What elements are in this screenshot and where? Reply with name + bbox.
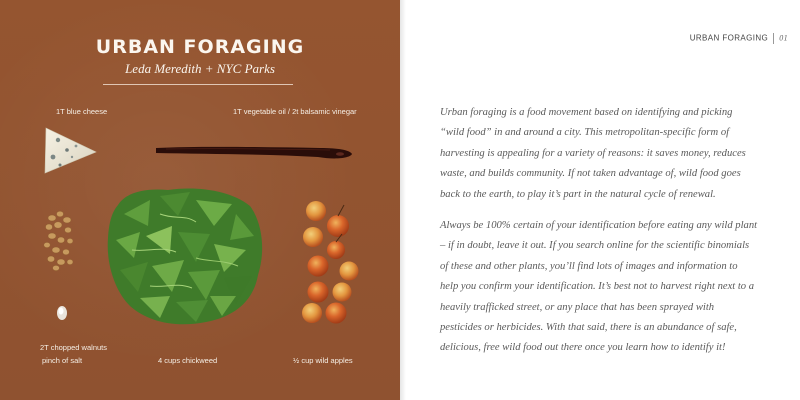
ingredient-label-chickweed: 4 cups chickweed bbox=[158, 356, 218, 365]
salt-pinch bbox=[57, 306, 67, 320]
recipe-photo-page: URBAN FORAGING Leda Meredith + NYC Parks bbox=[0, 0, 400, 400]
body-paragraph: Urban foraging is a food movement based … bbox=[440, 107, 746, 200]
blue-cheese bbox=[44, 127, 97, 174]
ingredient-label-oil-vinegar: 1T vegetable oil / 2t balsamic vinegar bbox=[233, 107, 357, 116]
running-head-title: URBAN FORAGING bbox=[689, 33, 769, 43]
chopped-walnuts bbox=[43, 210, 74, 271]
ingredients-illustration bbox=[43, 127, 359, 325]
body-text: Urban foraging is a food movement based … bbox=[440, 103, 758, 370]
wild-apples bbox=[302, 201, 359, 324]
running-head: URBAN FORAGING 01 bbox=[690, 33, 788, 44]
ingredient-label-salt: pinch of salt bbox=[42, 356, 83, 365]
ingredient-label-blue-cheese: 1T blue cheese bbox=[56, 107, 108, 116]
page-gutter-shadow bbox=[400, 0, 406, 400]
page-number: 01 bbox=[779, 33, 788, 43]
ingredient-label-walnuts: 2T chopped walnuts bbox=[40, 343, 107, 352]
oil-vinegar-streak bbox=[156, 146, 352, 159]
ingredient-label-apples: ½ cup wild apples bbox=[293, 356, 353, 365]
running-head-divider bbox=[773, 33, 775, 44]
body-paragraph: Always be 100% certain of your identific… bbox=[440, 220, 758, 354]
chickweed-pile bbox=[107, 188, 263, 325]
